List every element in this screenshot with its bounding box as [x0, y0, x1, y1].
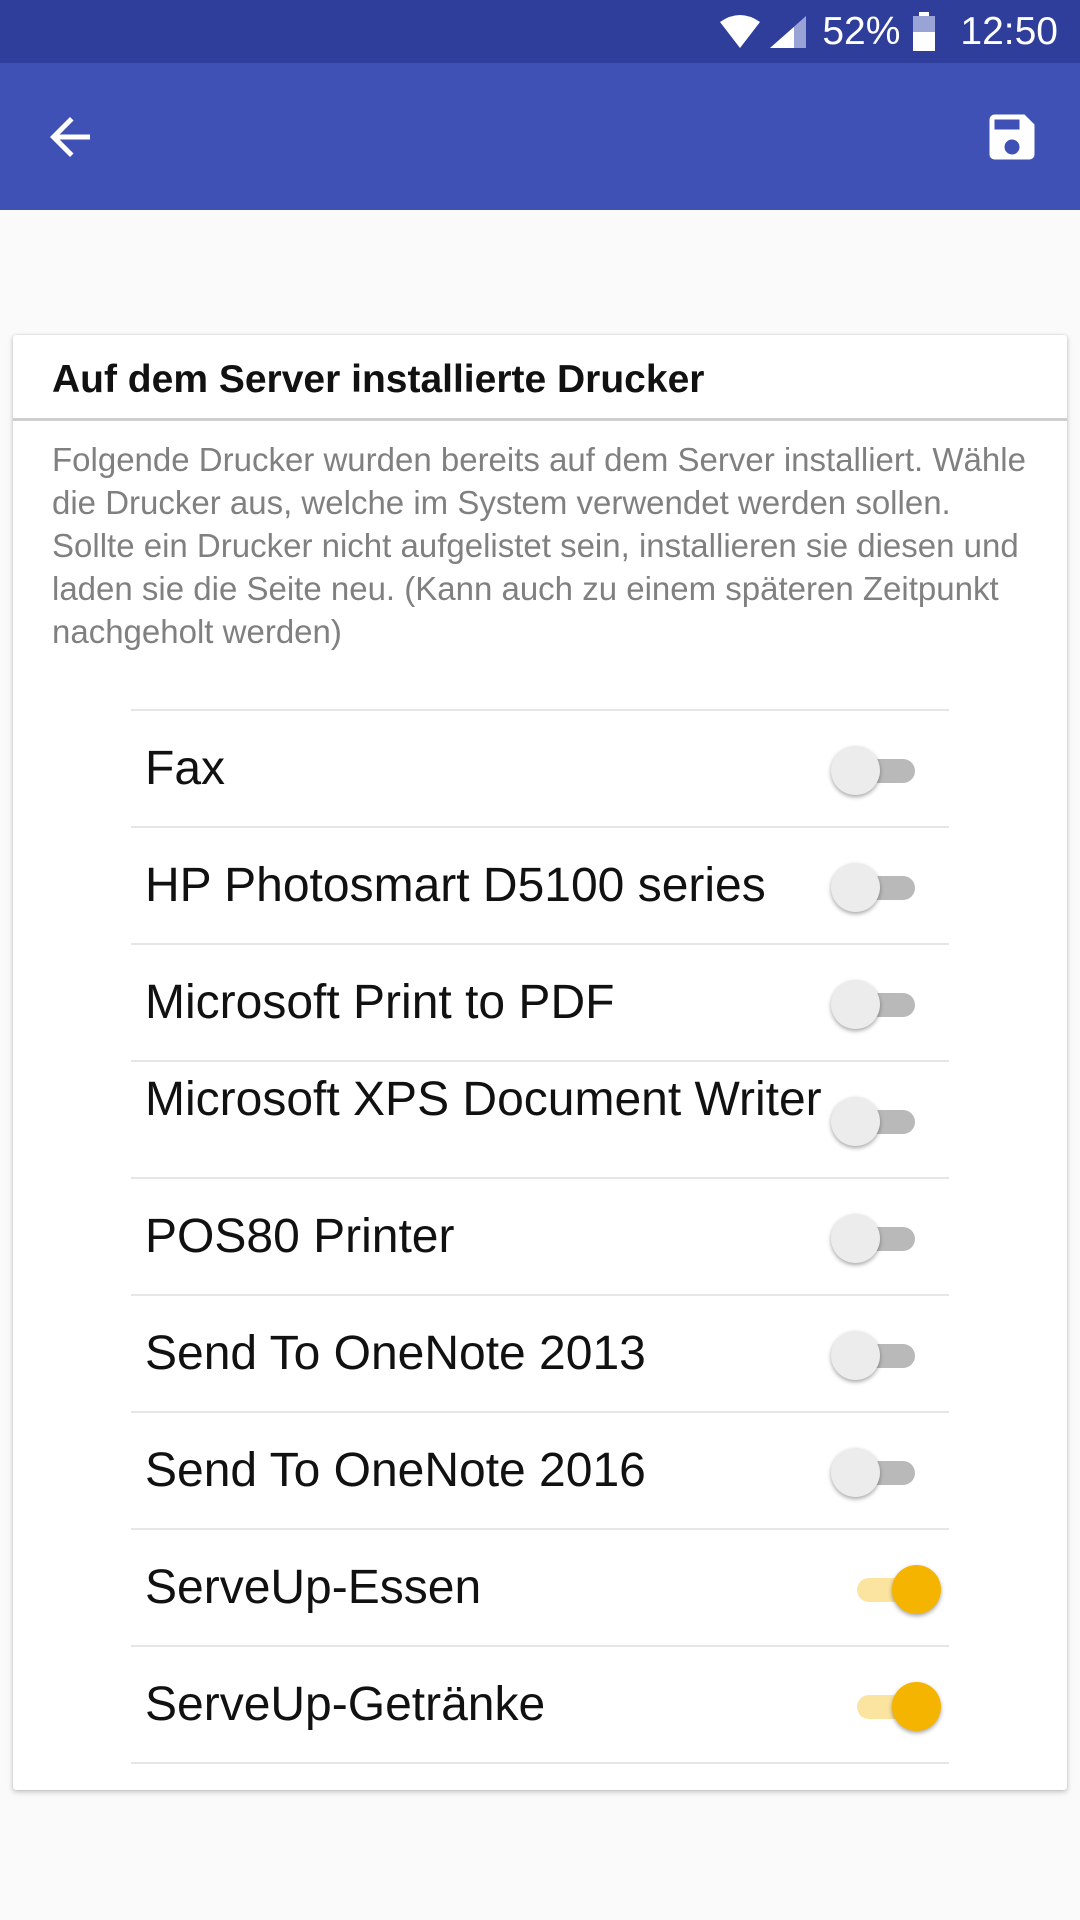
printer-row-serveup-essen[interactable]: ServeUp-Essen [131, 1530, 949, 1647]
printer-name: Microsoft XPS Document Writer [145, 1073, 822, 1126]
clock: 12:50 [960, 9, 1058, 53]
printer-toggle[interactable] [831, 746, 919, 795]
status-bar: 52% 12:50 [0, 0, 1080, 63]
printer-list: Fax HP Photosmart D5100 series Microsoft… [131, 709, 949, 1764]
card-divider [13, 418, 1067, 421]
printer-row-hp-photosmart[interactable]: HP Photosmart D5100 series [131, 828, 949, 945]
printer-row-ms-print-to-pdf[interactable]: Microsoft Print to PDF [131, 945, 949, 1062]
printer-toggle[interactable] [831, 863, 919, 912]
save-icon[interactable] [982, 107, 1042, 167]
printer-toggle[interactable] [831, 980, 919, 1029]
printer-row-onenote-2013[interactable]: Send To OneNote 2013 [131, 1296, 949, 1413]
printer-name: Send To OneNote 2016 [145, 1444, 646, 1497]
printer-name: ServeUp-Getränke [145, 1678, 546, 1731]
arrow-back-icon[interactable] [40, 107, 100, 167]
printer-name: Fax [145, 742, 226, 795]
wifi-icon [720, 14, 761, 48]
signal-icon [770, 15, 807, 48]
battery-percent: 52% [822, 9, 901, 53]
printer-toggle[interactable] [853, 1682, 941, 1731]
printer-row-pos80[interactable]: POS80 Printer [131, 1179, 949, 1296]
printer-toggle[interactable] [831, 1214, 919, 1263]
printer-name: ServeUp-Essen [145, 1561, 482, 1614]
battery-icon [913, 11, 936, 51]
card-description: Folgende Drucker wurden bereits auf dem … [52, 441, 1026, 650]
printer-name: HP Photosmart D5100 series [145, 859, 766, 912]
card-title: Auf dem Server installierte Drucker [52, 358, 705, 401]
installed-printers-card: Auf dem Server installierte Drucker Folg… [13, 335, 1067, 1790]
printer-toggle[interactable] [831, 1448, 919, 1497]
app-bar [0, 63, 1080, 210]
printer-toggle[interactable] [831, 1097, 919, 1146]
printer-row-serveup-getraenke[interactable]: ServeUp-Getränke [131, 1647, 949, 1764]
status-bar-right: 52% 12:50 [718, 0, 1058, 63]
printer-row-ms-xps-writer[interactable]: Microsoft XPS Document Writer [131, 1062, 949, 1179]
printer-name: Microsoft Print to PDF [145, 976, 615, 1029]
printer-row-fax[interactable]: Fax [131, 711, 949, 828]
printer-row-onenote-2016[interactable]: Send To OneNote 2016 [131, 1413, 949, 1530]
printer-name: POS80 Printer [145, 1210, 455, 1263]
printer-toggle[interactable] [831, 1331, 919, 1380]
printer-toggle[interactable] [853, 1565, 941, 1614]
printer-name: Send To OneNote 2013 [145, 1327, 646, 1380]
